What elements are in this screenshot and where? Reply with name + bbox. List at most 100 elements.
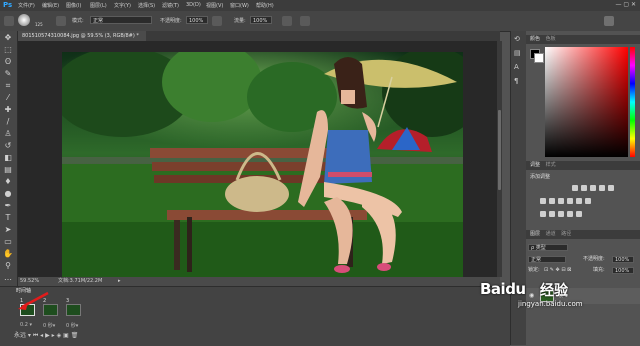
healing-tool-icon[interactable]: ✚: [3, 105, 13, 115]
frame-delay[interactable]: 0.2 ▾: [20, 322, 32, 328]
threshold-icon[interactable]: [558, 211, 564, 217]
zoom-level[interactable]: 59.52%: [20, 277, 39, 286]
eraser-tool-icon[interactable]: ◧: [3, 153, 13, 163]
gradient-tool-icon[interactable]: ▤: [3, 165, 13, 175]
prev-frame-icon[interactable]: ◂: [40, 332, 43, 339]
lock-icons[interactable]: ⊡ ✎ ✥ ⊟ ⊠: [544, 266, 571, 275]
blur-tool-icon[interactable]: ♦: [3, 177, 13, 187]
menu-select[interactable]: 选择(S): [138, 2, 155, 9]
paragraph-panel-icon[interactable]: ¶: [514, 77, 518, 85]
menu-window[interactable]: 窗口(W): [230, 2, 249, 9]
loop-select[interactable]: 永远 ▾: [14, 332, 31, 339]
color-panel-bg-swatch[interactable]: [534, 53, 544, 63]
exposure-icon[interactable]: [599, 185, 605, 191]
curves-icon[interactable]: [590, 185, 596, 191]
tab-paths[interactable]: 路径: [561, 231, 571, 237]
black-white-icon[interactable]: [558, 198, 564, 204]
menu-image[interactable]: 图像(I): [66, 2, 81, 9]
hue-saturation-icon[interactable]: [540, 198, 546, 204]
workspace-icon[interactable]: [604, 16, 614, 26]
brush-tool-icon[interactable]: /: [3, 117, 13, 127]
eyedropper-tool-icon[interactable]: ⁄: [3, 93, 13, 103]
photo-filter-icon[interactable]: [567, 198, 573, 204]
layer-opacity-field[interactable]: 100%: [612, 256, 634, 263]
gradient-map-icon[interactable]: [567, 211, 573, 217]
flow-field[interactable]: 100%: [250, 16, 272, 24]
menu-3d[interactable]: 3D(D): [186, 2, 201, 8]
maximize-button[interactable]: ▢: [623, 1, 629, 8]
tab-swatches[interactable]: 色板: [546, 36, 556, 42]
pressure-opacity-icon[interactable]: [212, 16, 222, 26]
character-panel-icon[interactable]: A: [514, 63, 519, 71]
menu-layer[interactable]: 图层(L): [90, 2, 107, 9]
brightness-icon[interactable]: [572, 185, 578, 191]
history-panel-icon[interactable]: ⟲: [514, 35, 520, 43]
tab-channels[interactable]: 通道: [546, 231, 556, 237]
layer-kind-filter[interactable]: ρ 类型: [528, 244, 568, 251]
type-tool-icon[interactable]: T: [3, 213, 13, 223]
tween-icon[interactable]: ◈: [57, 332, 62, 339]
quick-select-tool-icon[interactable]: ✎: [3, 69, 13, 79]
vibrance-icon[interactable]: [608, 185, 614, 191]
stamp-tool-icon[interactable]: ♙: [3, 129, 13, 139]
photoshop-logo: Ps: [3, 1, 13, 9]
play-icon[interactable]: ▶: [45, 332, 50, 339]
blend-mode-select[interactable]: 正常: [528, 256, 566, 263]
scrollbar-thumb[interactable]: [498, 110, 501, 190]
first-frame-icon[interactable]: ⏮: [33, 332, 38, 339]
fill-field[interactable]: 100%: [612, 267, 634, 274]
properties-panel-icon[interactable]: ▤: [514, 49, 521, 57]
brush-tool-icon[interactable]: [4, 16, 14, 26]
duplicate-frame-icon[interactable]: ▣: [63, 332, 69, 339]
menu-edit[interactable]: 编辑(E): [42, 2, 59, 9]
next-frame-icon[interactable]: ▸: [52, 332, 55, 339]
hue-slider[interactable]: [630, 47, 635, 157]
menu-bar: Ps 文件(F) 编辑(E) 图像(I) 图层(L) 文字(Y) 选择(S) 滤…: [0, 0, 640, 11]
dodge-tool-icon[interactable]: ●: [3, 189, 13, 199]
delete-frame-icon[interactable]: 🗑: [71, 332, 79, 339]
menu-view[interactable]: 视图(V): [206, 2, 223, 9]
pressure-size-icon[interactable]: [300, 16, 310, 26]
airbrush-icon[interactable]: [282, 16, 292, 26]
mode-select[interactable]: 正常: [90, 16, 152, 24]
selective-color-icon[interactable]: [576, 211, 582, 217]
crop-tool-icon[interactable]: ⌗: [3, 81, 13, 91]
color-lookup-icon[interactable]: [585, 198, 591, 204]
path-select-tool-icon[interactable]: ➤: [3, 225, 13, 235]
document-tab[interactable]: 801510574310084.jpg @ 59.5% (3, RGB/8#) …: [18, 31, 146, 49]
opacity-field[interactable]: 100%: [186, 16, 208, 24]
channel-mixer-icon[interactable]: [576, 198, 582, 204]
brush-preset-icon[interactable]: [18, 14, 30, 26]
menu-filter[interactable]: 滤镜(T): [162, 2, 179, 9]
color-picker-field[interactable]: [545, 47, 628, 157]
menu-file[interactable]: 文件(F): [18, 2, 35, 9]
color-balance-icon[interactable]: [549, 198, 555, 204]
tab-styles[interactable]: 样式: [546, 162, 556, 168]
close-button[interactable]: ✕: [631, 1, 636, 8]
move-tool-icon[interactable]: ✥: [3, 33, 13, 43]
timeline-frame-3[interactable]: [66, 304, 81, 316]
tab-layers[interactable]: 图层: [530, 231, 540, 237]
tab-color[interactable]: 颜色: [530, 36, 540, 42]
pen-tool-icon[interactable]: ✒: [3, 201, 13, 211]
status-menu-arrow-icon[interactable]: ▸: [118, 277, 121, 286]
posterize-icon[interactable]: [549, 211, 555, 217]
frame-delay[interactable]: 0 秒▾: [43, 322, 55, 329]
history-brush-tool-icon[interactable]: ↺: [3, 141, 13, 151]
levels-icon[interactable]: [581, 185, 587, 191]
menu-help[interactable]: 帮助(H): [256, 2, 274, 9]
canvas-photo[interactable]: [62, 52, 463, 277]
lasso-tool-icon[interactable]: ʘ: [3, 57, 13, 67]
brush-panel-icon[interactable]: [56, 16, 66, 26]
frame-delay[interactable]: 0 秒▾: [66, 322, 78, 329]
marquee-tool-icon[interactable]: ⬚: [3, 45, 13, 55]
more-tools-icon[interactable]: …: [3, 273, 13, 283]
visibility-eye-icon[interactable]: ◉: [529, 292, 534, 299]
invert-icon[interactable]: [540, 211, 546, 217]
menu-type[interactable]: 文字(Y): [114, 2, 131, 9]
shape-tool-icon[interactable]: ▭: [3, 237, 13, 247]
hand-tool-icon[interactable]: ✋: [3, 249, 13, 259]
minimize-button[interactable]: —: [615, 1, 621, 8]
zoom-tool-icon[interactable]: ⚲: [3, 261, 13, 271]
tab-adjustments[interactable]: 调整: [530, 162, 540, 168]
